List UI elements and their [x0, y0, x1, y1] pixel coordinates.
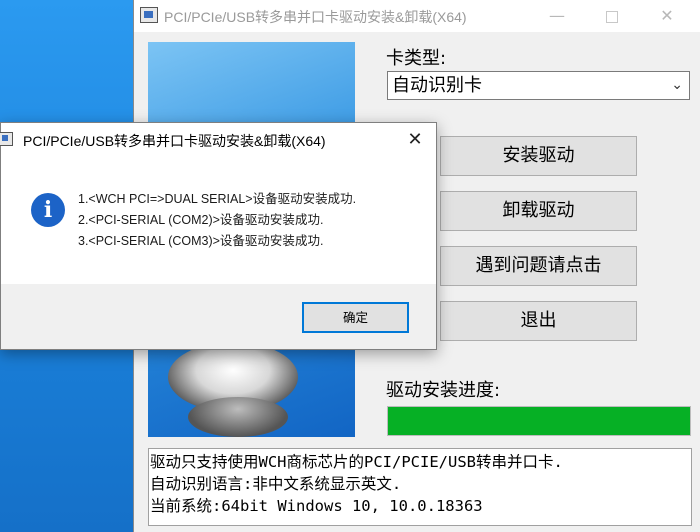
- cd-base-graphic: [188, 397, 288, 437]
- ok-button[interactable]: 确定: [302, 302, 409, 333]
- progress-fill: [388, 407, 690, 435]
- info-line: 自动识别语言:非中文系统显示英文.: [150, 475, 402, 493]
- message-dialog: PCI/PCIe/USB转多串并口卡驱动安装&卸载(X64) ✕ i 1.<WC…: [0, 122, 437, 350]
- info-text-box[interactable]: 驱动只支持使用WCH商标芯片的PCI/PCIE/USB转串并口卡. 自动识别语言…: [148, 448, 692, 526]
- app-icon: [140, 7, 158, 23]
- maximize-icon: [606, 10, 618, 23]
- message-line: 1.<WCH PCI=>DUAL SERIAL>设备驱动安装成功.: [78, 192, 357, 206]
- dialog-close-button[interactable]: ✕: [401, 127, 429, 153]
- uninstall-driver-button[interactable]: 卸载驱动: [440, 191, 637, 231]
- card-type-select[interactable]: 自动识别卡 ⌄: [387, 71, 690, 100]
- message-line: 3.<PCI-SERIAL (COM3)>设备驱动安装成功.: [78, 234, 324, 248]
- dialog-footer: 确定: [1, 284, 436, 349]
- window-title: PCI/PCIe/USB转多串并口卡驱动安装&卸载(X64): [164, 9, 467, 25]
- app-icon: [0, 132, 13, 146]
- card-type-label: 卡类型:: [386, 48, 447, 69]
- dialog-message: 1.<WCH PCI=>DUAL SERIAL>设备驱动安装成功. 2.<PCI…: [78, 189, 356, 252]
- dialog-title: PCI/PCIe/USB转多串并口卡驱动安装&卸载(X64): [23, 133, 326, 149]
- progress-label: 驱动安装进度:: [386, 380, 501, 401]
- info-line: 驱动只支持使用WCH商标芯片的PCI/PCIE/USB转串并口卡.: [150, 453, 563, 471]
- minimize-button[interactable]: —: [534, 0, 580, 32]
- info-line: 当前系统:64bit Windows 10, 10.0.18363: [150, 497, 483, 515]
- install-progress-bar: [387, 406, 691, 436]
- message-line: 2.<PCI-SERIAL (COM2)>设备驱动安装成功.: [78, 213, 324, 227]
- title-bar: PCI/PCIe/USB转多串并口卡驱动安装&卸载(X64) — ✕: [134, 0, 700, 32]
- close-button[interactable]: ✕: [644, 0, 690, 32]
- dialog-title-bar: PCI/PCIe/USB转多串并口卡驱动安装&卸载(X64) ✕: [0, 123, 436, 156]
- exit-button[interactable]: 退出: [440, 301, 637, 341]
- card-type-value: 自动识别卡: [392, 75, 482, 96]
- maximize-button[interactable]: [589, 0, 635, 32]
- chevron-down-icon: ⌄: [671, 77, 683, 93]
- help-button[interactable]: 遇到问题请点击: [440, 246, 637, 286]
- install-driver-button[interactable]: 安装驱动: [440, 136, 637, 176]
- info-icon: i: [31, 193, 65, 227]
